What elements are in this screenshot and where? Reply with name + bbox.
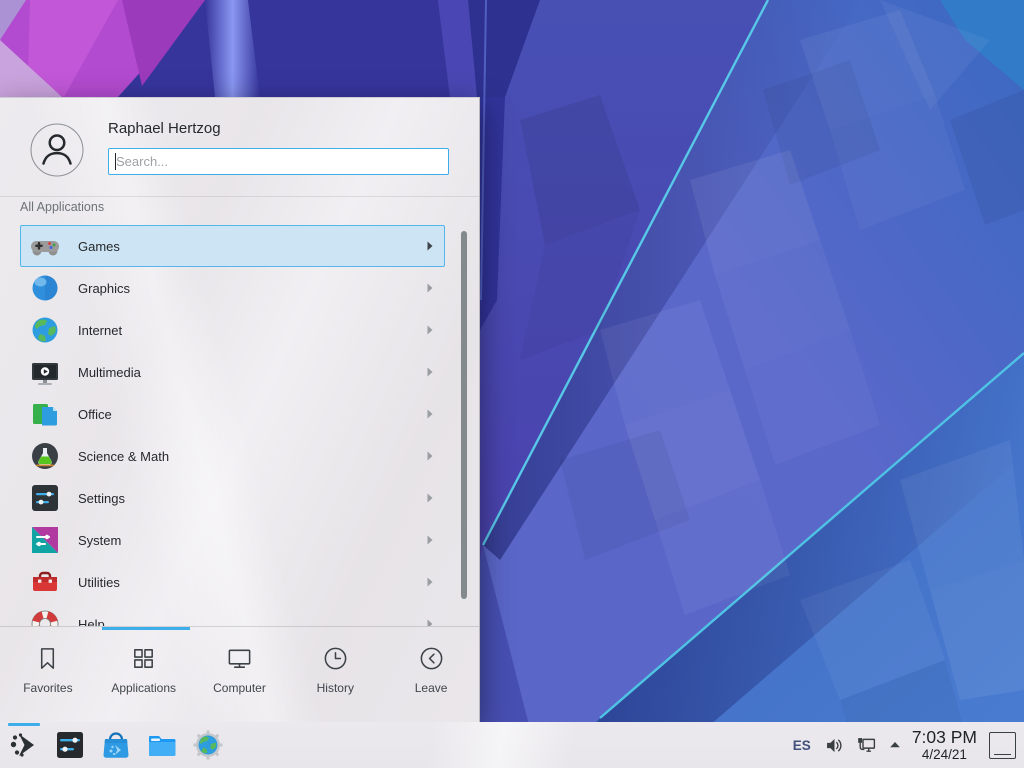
category-list: Games Graphics Internet Multimedia Offic… [0, 219, 480, 626]
category-games[interactable]: Games [20, 225, 445, 267]
category-settings[interactable]: Settings [20, 477, 445, 519]
settings-sliders-icon [29, 482, 61, 514]
chevron-right-icon [426, 618, 434, 626]
category-help[interactable]: Help [20, 603, 445, 626]
tab-label: Computer [213, 681, 266, 695]
show-desktop-button[interactable] [989, 732, 1016, 759]
user-name: Raphael Hertzog [108, 120, 221, 137]
launcher-tabbar: Favorites Applications Computer History … [0, 628, 479, 722]
globe-icon [29, 314, 61, 346]
kde-launcher-icon [8, 729, 40, 761]
system-sliders-icon [29, 524, 61, 556]
monitor-icon [226, 645, 253, 672]
toolbox-icon [29, 566, 61, 598]
category-utilities[interactable]: Utilities [20, 561, 445, 603]
search-input[interactable] [108, 148, 449, 175]
tab-favorites[interactable]: Favorites [0, 628, 96, 722]
chevron-right-icon [426, 366, 434, 378]
taskbar-launchers [6, 722, 226, 768]
category-label: Science & Math [78, 449, 169, 464]
category-science-math[interactable]: Science & Math [20, 435, 445, 477]
file-manager-button[interactable] [144, 727, 180, 763]
discover-bag-icon [100, 729, 132, 761]
category-label: Multimedia [78, 365, 141, 380]
application-launcher-button[interactable] [6, 727, 42, 763]
caret-up-icon[interactable] [888, 738, 902, 752]
category-label: Help [78, 617, 105, 627]
chevron-right-icon [426, 534, 434, 546]
clock-date: 4/24/21 [912, 747, 977, 762]
category-label: Games [78, 239, 120, 254]
category-label: Office [78, 407, 112, 422]
office-icon [29, 398, 61, 430]
tab-history[interactable]: History [287, 628, 383, 722]
category-internet[interactable]: Internet [20, 309, 445, 351]
multimedia-icon [29, 356, 61, 388]
chevron-right-icon [426, 324, 434, 336]
chevron-right-icon [426, 492, 434, 504]
gamepad-icon [29, 230, 61, 262]
network-icon[interactable] [856, 735, 877, 756]
volume-icon[interactable] [824, 735, 845, 756]
tab-applications[interactable]: Applications [96, 628, 192, 722]
tabbar-separator [0, 626, 479, 627]
category-multimedia[interactable]: Multimedia [20, 351, 445, 393]
tab-label: Leave [415, 681, 448, 695]
chevron-right-icon [426, 240, 434, 252]
header-separator [0, 196, 479, 197]
discover-button[interactable] [98, 727, 134, 763]
system-settings-button[interactable] [52, 727, 88, 763]
user-avatar[interactable] [30, 123, 84, 177]
clock-time: 7:03 PM [912, 728, 977, 748]
category-label: Settings [78, 491, 125, 506]
category-label: Utilities [78, 575, 120, 590]
category-graphics[interactable]: Graphics [20, 267, 445, 309]
category-system[interactable]: System [20, 519, 445, 561]
tab-computer[interactable]: Computer [192, 628, 288, 722]
chevron-right-icon [426, 408, 434, 420]
application-launcher-menu: Raphael Hertzog All Applications Games G… [0, 97, 480, 722]
keyboard-layout-indicator[interactable]: ES [793, 738, 811, 753]
folder-icon [146, 729, 178, 761]
grid-icon [130, 645, 157, 672]
category-office[interactable]: Office [20, 393, 445, 435]
chevron-right-icon [426, 282, 434, 294]
web-browser-button[interactable] [190, 727, 226, 763]
category-label: Internet [78, 323, 122, 338]
tab-label: Favorites [23, 681, 72, 695]
section-label: All Applications [20, 200, 104, 214]
life-ring-icon [29, 608, 61, 626]
clock-icon [322, 645, 349, 672]
graphics-sphere-icon [29, 272, 61, 304]
chevron-right-icon [426, 450, 434, 462]
list-scrollbar[interactable] [461, 231, 467, 599]
chevron-right-icon [426, 576, 434, 588]
tab-label: Applications [111, 681, 176, 695]
category-label: System [78, 533, 121, 548]
digital-clock[interactable]: 7:03 PM 4/24/21 [912, 728, 977, 763]
tab-leave[interactable]: Leave [383, 628, 479, 722]
tab-label: History [317, 681, 354, 695]
text-cursor [115, 153, 116, 170]
taskbar-panel: ES 7:03 PM 4/24/21 [0, 722, 1024, 768]
system-settings-icon [54, 729, 86, 761]
category-label: Graphics [78, 281, 130, 296]
leave-back-icon [418, 645, 445, 672]
browser-globe-icon [192, 729, 224, 761]
system-tray: ES 7:03 PM 4/24/21 [793, 722, 1016, 768]
science-flask-icon [29, 440, 61, 472]
bookmark-icon [34, 645, 61, 672]
